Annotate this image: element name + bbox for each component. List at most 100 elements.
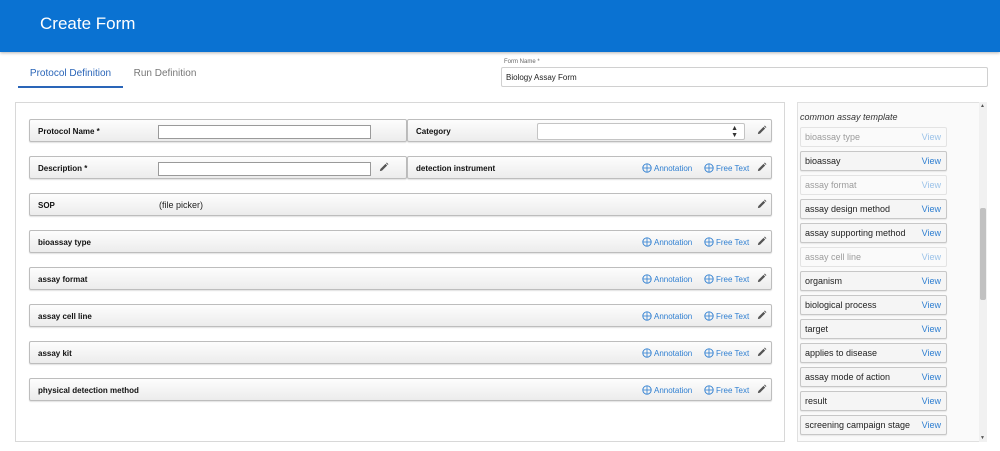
file-picker[interactable]: (file picker) <box>159 200 203 210</box>
scroll-down-icon[interactable]: ▼ <box>980 435 985 441</box>
globe-icon <box>642 274 652 284</box>
template-item-name: assay supporting method <box>805 228 906 238</box>
template-view-link[interactable]: View <box>922 204 941 214</box>
protocol-name-label: Protocol Name * <box>38 127 100 136</box>
tab-run-definition[interactable]: Run Definition <box>127 62 203 88</box>
pencil-icon[interactable] <box>378 162 389 173</box>
globe-icon <box>704 163 714 173</box>
free-text-label: Free Text <box>716 274 750 284</box>
globe-icon <box>704 237 714 247</box>
template-view-link[interactable]: View <box>922 252 941 262</box>
free-text-link[interactable]: Free Text <box>704 274 749 284</box>
category-label: Category <box>416 127 451 136</box>
assay-kit-label: assay kit <box>38 349 72 358</box>
pencil-icon[interactable] <box>756 273 767 284</box>
template-view-link[interactable]: View <box>922 396 941 406</box>
template-view-link[interactable]: View <box>922 228 941 238</box>
template-item: target View <box>800 319 947 339</box>
assay-cell-line-label: assay cell line <box>38 312 92 321</box>
template-item-name: assay cell line <box>805 252 862 262</box>
globe-icon <box>642 385 652 395</box>
physical-detection-method-row: physical detection method Annotation Fre… <box>29 378 772 401</box>
annotation-link[interactable]: Annotation <box>642 385 692 395</box>
annotation-label: Annotation <box>654 311 693 321</box>
pencil-icon[interactable] <box>756 310 767 321</box>
bioassay-type-label: bioassay type <box>38 238 91 247</box>
template-view-link[interactable]: View <box>922 132 941 142</box>
template-view-link[interactable]: View <box>922 372 941 382</box>
template-view-link[interactable]: View <box>922 324 941 334</box>
template-view-link[interactable]: View <box>922 180 941 190</box>
template-item-name: target <box>805 324 829 334</box>
protocol-name-input[interactable] <box>158 125 371 139</box>
free-text-link[interactable]: Free Text <box>704 348 749 358</box>
globe-icon <box>642 311 652 321</box>
description-input[interactable] <box>158 162 371 176</box>
template-view-link[interactable]: View <box>922 276 941 286</box>
template-item: assay mode of action View <box>800 367 947 387</box>
template-item: assay supporting method View <box>800 223 947 243</box>
globe-icon <box>704 348 714 358</box>
template-item: assay design method View <box>800 199 947 219</box>
annotation-link[interactable]: Annotation <box>642 237 692 247</box>
annotation-link[interactable]: Annotation <box>642 311 692 321</box>
pencil-icon[interactable] <box>756 125 767 136</box>
template-view-link[interactable]: View <box>922 420 941 430</box>
globe-icon <box>642 163 652 173</box>
template-item: applies to disease View <box>800 343 947 363</box>
assay-format-row: assay format Annotation Free Text <box>29 267 772 290</box>
tab-protocol-definition[interactable]: Protocol Definition <box>18 62 123 88</box>
detection-instrument-row: detection instrument Annotation Free Tex… <box>407 156 772 179</box>
globe-icon <box>704 274 714 284</box>
protocol-definition-panel: Protocol Name * Category ▲ ▼ Description … <box>15 102 785 442</box>
globe-icon <box>642 237 652 247</box>
globe-icon <box>642 348 652 358</box>
assay-cell-line-row: assay cell line Annotation Free Text <box>29 304 772 327</box>
form-name-input[interactable] <box>501 67 988 87</box>
template-item-name: result <box>805 396 828 406</box>
template-view-link[interactable]: View <box>922 156 941 166</box>
annotation-label: Annotation <box>654 163 693 173</box>
free-text-label: Free Text <box>716 348 750 358</box>
free-text-link[interactable]: Free Text <box>704 163 749 173</box>
pencil-icon[interactable] <box>756 199 767 210</box>
free-text-link[interactable]: Free Text <box>704 311 749 321</box>
annotation-label: Annotation <box>654 237 693 247</box>
template-view-link[interactable]: View <box>922 348 941 358</box>
template-item: bioassay type View <box>800 127 947 147</box>
assay-format-label: assay format <box>38 275 88 284</box>
protocol-name-row: Protocol Name * <box>29 119 407 142</box>
pencil-icon[interactable] <box>756 162 767 173</box>
annotation-label: Annotation <box>654 348 693 358</box>
pencil-icon[interactable] <box>756 236 767 247</box>
template-item-name: assay mode of action <box>805 372 891 382</box>
template-item: screening campaign stage View <box>800 415 947 435</box>
template-item-name: organism <box>805 276 843 286</box>
annotation-link[interactable]: Annotation <box>642 163 692 173</box>
pencil-icon[interactable] <box>756 384 767 395</box>
globe-icon <box>704 311 714 321</box>
category-select[interactable]: ▲ ▼ <box>537 123 745 140</box>
template-view-link[interactable]: View <box>922 300 941 310</box>
pencil-icon[interactable] <box>756 347 767 358</box>
sop-label: SOP <box>38 201 55 210</box>
template-title: common assay template <box>800 112 898 122</box>
template-item: bioassay View <box>800 151 947 171</box>
free-text-link[interactable]: Free Text <box>704 385 749 395</box>
bioassay-type-row: bioassay type Annotation Free Text <box>29 230 772 253</box>
annotation-link[interactable]: Annotation <box>642 274 692 284</box>
template-panel: common assay template bioassay type View b… <box>797 102 987 442</box>
template-item-name: assay format <box>805 180 857 190</box>
scroll-up-icon[interactable]: ▲ <box>980 103 985 109</box>
template-item-name: applies to disease <box>805 348 878 358</box>
scrollbar-thumb[interactable] <box>980 208 986 300</box>
template-item-name: biological process <box>805 300 877 310</box>
annotation-link[interactable]: Annotation <box>642 348 692 358</box>
free-text-label: Free Text <box>716 385 750 395</box>
page-title: Create Form <box>40 14 136 33</box>
detection-instrument-label: detection instrument <box>416 164 496 173</box>
free-text-link[interactable]: Free Text <box>704 237 749 247</box>
app-header: Create Form <box>0 0 1000 52</box>
template-item-name: bioassay <box>805 156 841 166</box>
template-item: result View <box>800 391 947 411</box>
